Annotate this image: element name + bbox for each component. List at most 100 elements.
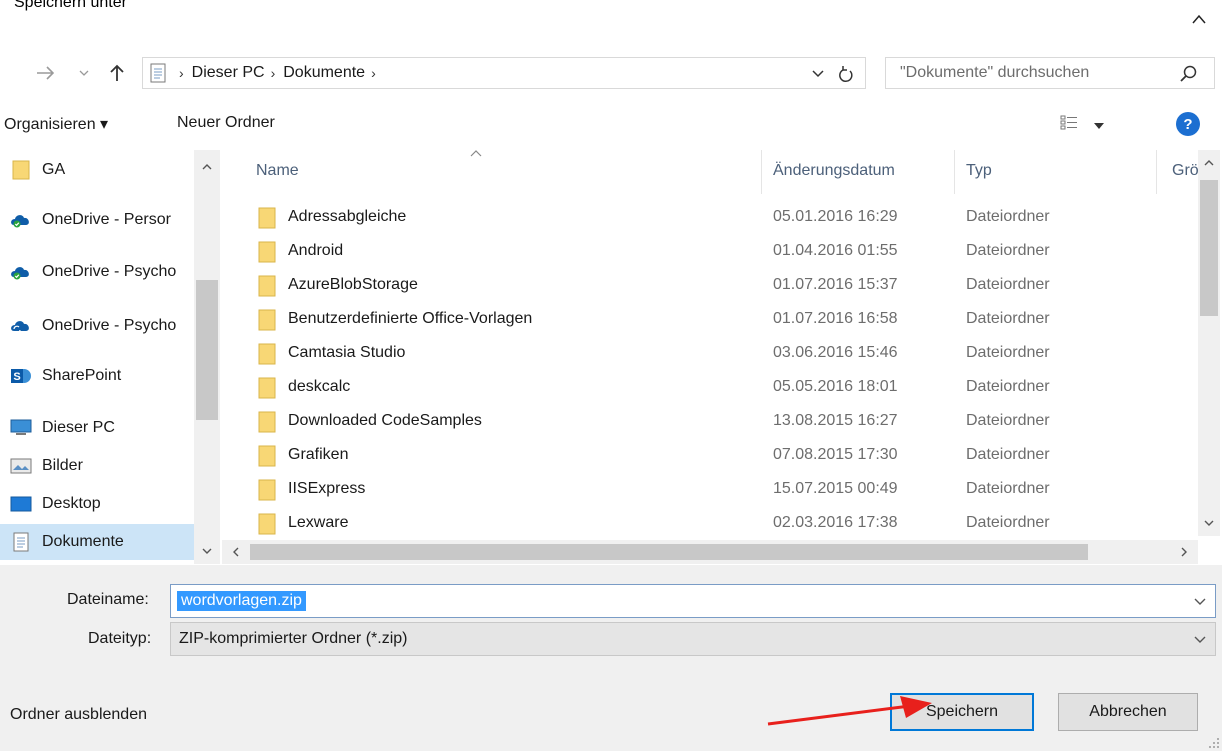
nav-item-onedrive-personal[interactable]: OneDrive - Persor <box>0 202 194 238</box>
nav-item-label: OneDrive - Psycho <box>42 263 177 280</box>
help-icon[interactable]: ? <box>1176 112 1200 136</box>
file-date: 01.07.2016 15:37 <box>773 276 898 293</box>
file-name: Android <box>288 242 344 259</box>
command-toolbar: Organisieren ▾ Neuer Ordner ? <box>0 104 1222 150</box>
chevron-left-icon[interactable] <box>226 542 246 562</box>
table-row[interactable]: Lexware 02.03.2016 17:38 Dateiordner <box>252 508 1142 542</box>
folder-icon <box>258 478 282 502</box>
table-row[interactable]: Benutzerdefinierte Office-Vorlagen 01.07… <box>252 304 1142 338</box>
file-type: Dateiordner <box>966 242 1050 259</box>
column-header-type[interactable]: Typ <box>966 162 992 180</box>
nav-pane-scrollbar[interactable] <box>194 150 220 564</box>
column-divider[interactable] <box>761 150 762 194</box>
chevron-up-icon[interactable] <box>1198 154 1220 172</box>
file-list: Name Änderungsdatum Typ Größ Adressabgle… <box>220 150 1222 565</box>
window-title: Speichern unter <box>14 0 127 11</box>
nav-item-documents[interactable]: Dokumente <box>0 524 194 560</box>
table-row[interactable]: Downloaded CodeSamples 13.08.2015 16:27 … <box>252 406 1142 440</box>
nav-item-label: OneDrive - Psycho <box>42 317 177 334</box>
table-row[interactable]: Adressabgleiche 05.01.2016 16:29 Dateior… <box>252 202 1142 236</box>
filename-input[interactable]: wordvorlagen.zip <box>170 584 1216 618</box>
table-row[interactable]: Camtasia Studio 03.06.2016 15:46 Dateior… <box>252 338 1142 372</box>
table-row[interactable]: Grafiken 07.08.2015 17:30 Dateiordner <box>252 440 1142 474</box>
column-header-name[interactable]: Name <box>256 162 299 180</box>
nav-item-sharepoint[interactable]: S SharePoint <box>0 358 194 394</box>
new-folder-button[interactable]: Neuer Ordner <box>177 114 275 132</box>
file-type: Dateiordner <box>966 514 1050 531</box>
pictures-icon <box>10 455 32 477</box>
file-name: Downloaded CodeSamples <box>288 412 482 429</box>
search-input[interactable]: "Dokumente" durchsuchen <box>885 57 1215 89</box>
file-type: Dateiordner <box>966 208 1050 225</box>
filename-label: Dateiname: <box>67 591 149 608</box>
desktop-icon <box>10 493 32 515</box>
table-row[interactable]: Android 01.04.2016 01:55 Dateiordner <box>252 236 1142 270</box>
file-date: 07.08.2015 17:30 <box>773 446 898 463</box>
documents-icon <box>143 58 173 88</box>
onedrive-icon <box>10 209 32 231</box>
address-dropdown-icon[interactable] <box>808 64 828 84</box>
nav-item-label: Desktop <box>42 495 101 512</box>
search-icon[interactable] <box>1176 62 1200 86</box>
file-name: AzureBlobStorage <box>288 276 418 293</box>
file-name: Adressabgleiche <box>288 208 407 225</box>
navigation-pane: GA OneDrive - Persor OneDrive - Psycho O… <box>0 150 220 565</box>
file-name: Camtasia Studio <box>288 344 406 361</box>
nav-item-label: SharePoint <box>42 367 122 384</box>
column-divider[interactable] <box>954 150 955 194</box>
hide-folders-toggle[interactable]: Ordner ausblenden <box>10 706 147 724</box>
scrollbar-thumb[interactable] <box>1200 180 1218 316</box>
file-date: 02.03.2016 17:38 <box>773 514 898 531</box>
back-arrow-icon[interactable] <box>34 60 56 86</box>
nav-item-label: Bilder <box>42 457 83 474</box>
folder-icon <box>258 410 282 434</box>
column-header-date[interactable]: Änderungsdatum <box>773 162 895 180</box>
address-bar[interactable]: › Dieser PC › Dokumente › <box>142 57 866 89</box>
chevron-down-icon[interactable] <box>194 542 220 560</box>
title-bar: Speichern unter <box>0 0 1222 44</box>
table-row[interactable]: deskcalc 05.05.2016 18:01 Dateiordner <box>252 372 1142 406</box>
file-name: Grafiken <box>288 446 349 463</box>
navigation-row: › Dieser PC › Dokumente › "Dokumente" du… <box>0 52 1222 92</box>
nav-item-this-pc[interactable]: Dieser PC <box>0 410 194 446</box>
filename-value: wordvorlagen.zip <box>177 591 306 611</box>
nav-item-pictures[interactable]: Bilder <box>0 448 194 484</box>
file-date: 01.04.2016 01:55 <box>773 242 898 259</box>
chevron-up-icon[interactable] <box>194 158 220 176</box>
chevron-down-icon[interactable] <box>1190 592 1210 612</box>
chevron-down-icon[interactable] <box>76 60 92 86</box>
nav-item-desktop[interactable]: Desktop <box>0 486 194 522</box>
file-list-horizontal-scrollbar[interactable] <box>222 540 1198 564</box>
nav-item-ga[interactable]: GA <box>0 152 194 188</box>
breadcrumb-documents[interactable]: Dokumente <box>283 64 365 82</box>
refresh-icon[interactable] <box>834 62 858 86</box>
file-list-vertical-scrollbar[interactable] <box>1198 150 1220 536</box>
chevron-right-icon[interactable] <box>1174 542 1194 562</box>
organize-button[interactable]: Organisieren ▾ <box>4 114 108 134</box>
breadcrumb-this-pc[interactable]: Dieser PC <box>192 64 265 82</box>
folder-icon <box>258 206 282 230</box>
file-date: 05.05.2016 18:01 <box>773 378 898 395</box>
table-row[interactable]: IISExpress 15.07.2015 00:49 Dateiordner <box>252 474 1142 508</box>
resize-grip-icon[interactable] <box>1208 737 1220 749</box>
view-options-button[interactable] <box>1060 112 1130 138</box>
folder-icon <box>258 342 282 366</box>
nav-item-onedrive-psycho-1[interactable]: OneDrive - Psycho <box>0 254 194 290</box>
details-view-icon <box>1060 115 1078 136</box>
nav-item-onedrive-psycho-2[interactable]: OneDrive - Psycho <box>0 308 194 344</box>
scrollbar-thumb[interactable] <box>250 544 1088 560</box>
up-arrow-icon[interactable] <box>106 60 128 86</box>
folder-icon <box>258 274 282 298</box>
nav-item-label: GA <box>42 161 66 178</box>
table-row[interactable]: AzureBlobStorage 01.07.2016 15:37 Dateio… <box>252 270 1142 304</box>
filetype-select[interactable]: ZIP-komprimierter Ordner (*.zip) <box>170 622 1216 656</box>
cancel-button[interactable]: Abbrechen <box>1058 693 1198 731</box>
chevron-down-icon[interactable] <box>1198 514 1220 532</box>
column-divider[interactable] <box>1156 150 1157 194</box>
chevron-down-icon[interactable] <box>1190 630 1210 650</box>
file-date: 13.08.2015 16:27 <box>773 412 898 429</box>
chevron-up-icon[interactable] <box>1184 4 1214 34</box>
file-name: Lexware <box>288 514 349 531</box>
file-date: 15.07.2015 00:49 <box>773 480 898 497</box>
scrollbar-thumb[interactable] <box>196 280 218 420</box>
